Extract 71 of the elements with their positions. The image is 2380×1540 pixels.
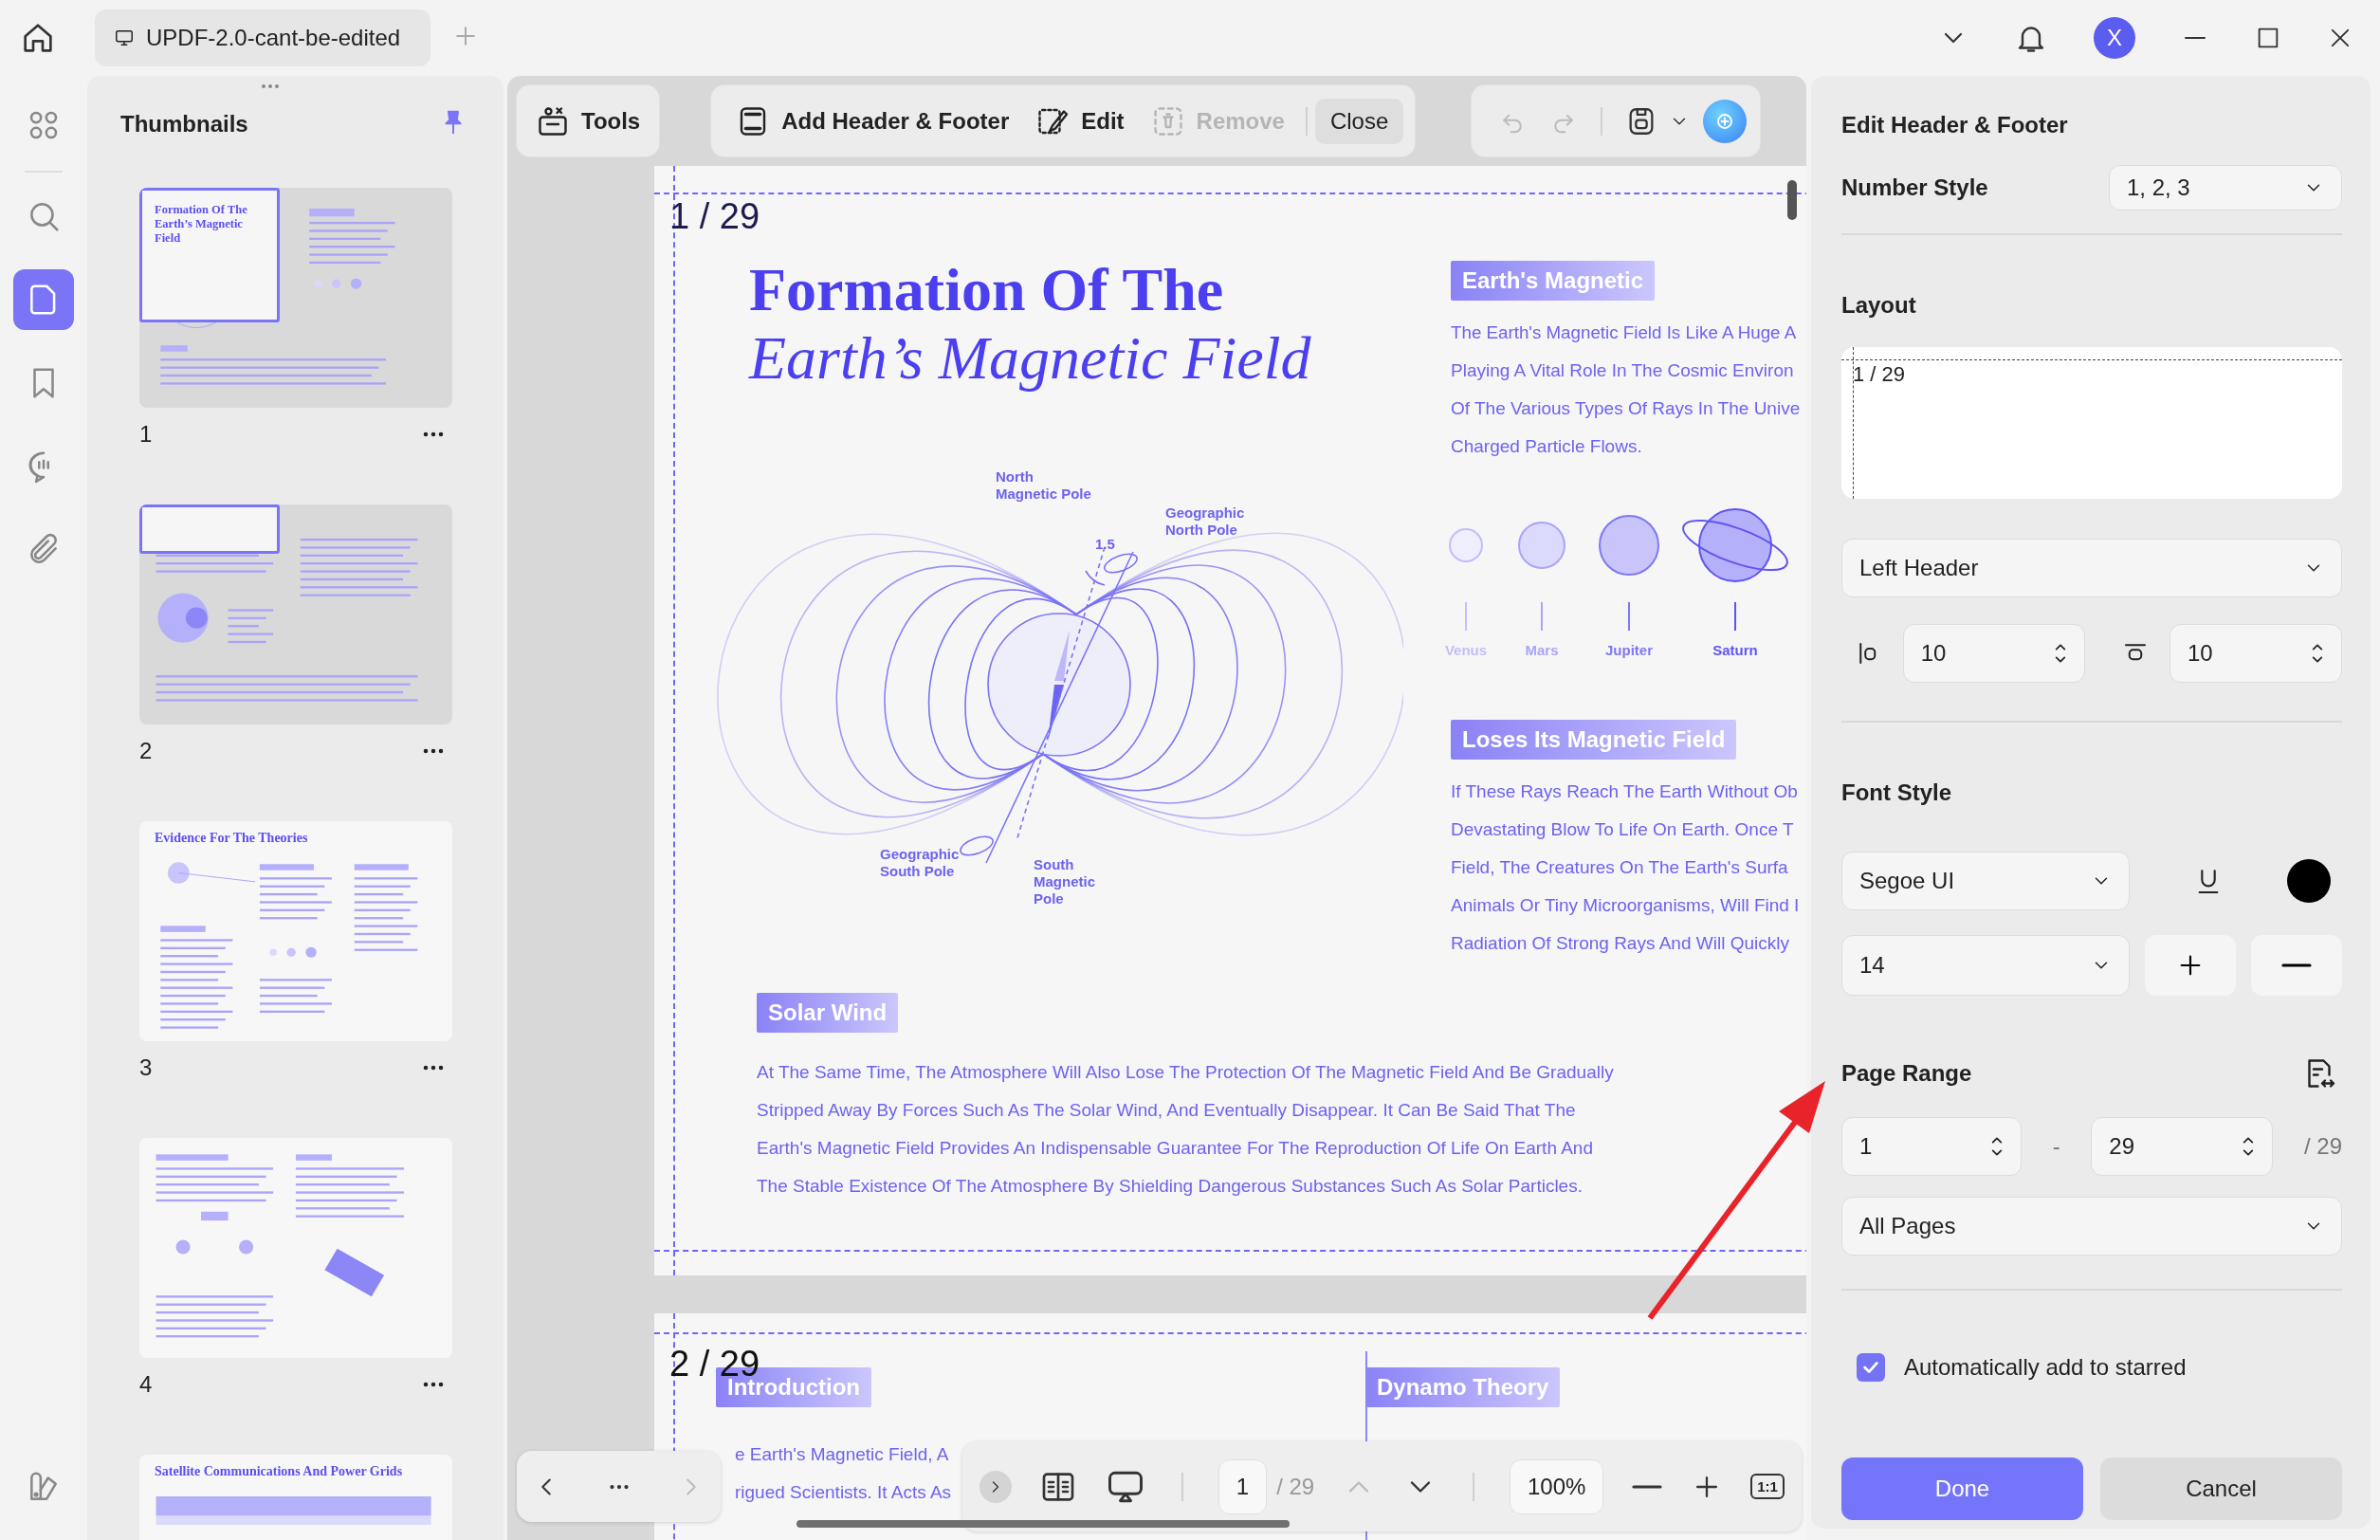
paragraph-line: Of The Various Types Of Rays In The Unive	[1451, 397, 1800, 420]
paragraph-line: The Stable Existence Of The Atmosphere By Shielding Dangerous Substances Such As Solar Particles.	[757, 1175, 1584, 1198]
diagram-label: North Magnetic Pole	[996, 468, 1091, 503]
section-label: Font Style	[1841, 779, 1952, 806]
page-subset-dropdown[interactable]: All Pages	[1841, 1197, 2342, 1256]
diagram-label: South Magnetic Pole	[1034, 856, 1095, 908]
planet-label: Jupiter	[1605, 642, 1653, 658]
add-header-footer-button[interactable]: Add Header & Footer	[723, 94, 1023, 148]
paragraph-line: Earth's Magnetic Field Provides An Indispensable Guarantee For The Reproduction Of Life On Earth And	[757, 1137, 1594, 1160]
page-total: / 29	[2303, 1133, 2342, 1160]
checkbox-label: Automatically add to starred	[1904, 1354, 2187, 1381]
done-button[interactable]: Done	[1841, 1458, 2083, 1520]
page-number: 3	[139, 1054, 153, 1081]
cancel-button[interactable]: Cancel	[2100, 1458, 2342, 1520]
avatar[interactable]: X	[2094, 17, 2135, 59]
close-button[interactable]: Close	[1314, 98, 1404, 144]
section-label: Page Range	[1841, 1060, 1972, 1087]
page-total: / 29	[1276, 1473, 1315, 1500]
paragraph-line: rigued Scientists. It Acts As	[735, 1481, 952, 1504]
page-thumbnail[interactable]: Evidence For The Theories	[139, 821, 452, 1041]
left-margin-field[interactable]: 10	[1902, 624, 2085, 683]
font-size-dropdown[interactable]: 14	[1841, 935, 2130, 996]
document-tab[interactable]: UPDF-2.0-cant-be-edited	[95, 9, 431, 66]
thumbnail-heading: Satellite Communications And Power Grids	[155, 1464, 404, 1478]
page-header-text: 1 / 29	[669, 198, 760, 234]
paragraph-line: At The Same Time, The Atmosphere Will Also Lose The Protection Of The Magnetic Field And Be Gradually	[757, 1061, 1615, 1084]
diagram-label: 1.5	[1095, 536, 1115, 553]
number-style-dropdown[interactable]: 1, 2, 3	[2109, 165, 2342, 211]
panel-title: Thumbnails	[120, 111, 248, 138]
diagram-label: Geographic South Pole	[880, 846, 960, 880]
paragraph-line: e Earth's Magnetic Field, A	[735, 1443, 949, 1466]
range-separator: -	[2052, 1133, 2060, 1160]
paragraph-line: Field, The Creatures On The Earth's Surfa	[1451, 856, 1789, 879]
top-margin-field[interactable]: 10	[2169, 624, 2342, 683]
from-page-field[interactable]: 1	[1841, 1117, 2022, 1176]
preview-text: 1 / 29	[1853, 362, 1906, 387]
position-dropdown[interactable]: Left Header	[1841, 539, 2342, 597]
panel-title: Edit Header & Footer	[1841, 111, 2069, 139]
font-family-dropdown[interactable]: Segoe UI	[1841, 852, 2130, 910]
section-heading: Loses Its Magnetic Field	[1451, 720, 1737, 760]
paragraph-line: Stripped Away By Forces Such As The Solar Wind, And Eventually Disappear. It Can Be Said That The	[757, 1099, 1577, 1122]
page-thumbnail[interactable]: Formation Of The Earth’s Magnetic Field	[139, 188, 452, 408]
paragraph-line: If These Rays Reach The Earth Without Ob	[1451, 780, 1799, 803]
to-page-field[interactable]: 29	[2091, 1117, 2274, 1176]
section-label: Layout	[1841, 292, 1917, 319]
document-title: Formation Of The	[749, 256, 1225, 324]
thumbnail-heading: Evidence For The Theories	[155, 831, 309, 845]
page-number: 1	[139, 421, 153, 448]
field-label: Number Style	[1841, 174, 1988, 201]
thumbnail-heading: Formation Of The Earth’s Magnetic Field	[155, 203, 248, 246]
section-heading: Solar Wind	[757, 993, 899, 1033]
page-number: 4	[139, 1371, 153, 1398]
page-number-field[interactable]: 1	[1217, 1458, 1268, 1514]
paragraph-line: Playing A Vital Role In The Cosmic Environ	[1451, 359, 1795, 382]
paragraph-line: Animals Or Tiny Microorganisms, Will Find I	[1451, 894, 1800, 917]
paragraph-line: Devastating Blow To Life On Earth. Once T	[1451, 818, 1795, 841]
edit-button[interactable]: Edit	[1022, 94, 1138, 148]
document-subtitle: Earth’s Magnetic Field	[749, 324, 1312, 393]
zoom-field[interactable]: 100%	[1510, 1458, 1604, 1514]
section-heading: Dynamo Theory	[1365, 1367, 1561, 1407]
paragraph-line: Charged Particle Flows.	[1451, 435, 1643, 458]
page-number: 2	[139, 738, 153, 764]
paragraph-line: The Earth's Magnetic Field Is Like A Huge A	[1451, 321, 1798, 344]
section-heading: Earth's Magnetic	[1451, 261, 1656, 301]
page-thumbnail[interactable]: Satellite Communications And Power Grids	[139, 1455, 452, 1540]
planet-label: Mars	[1525, 642, 1559, 658]
paragraph-line: Radiation Of Strong Rays And Will Quickly	[1451, 932, 1790, 955]
planet-label: Saturn	[1712, 642, 1758, 658]
actual-size-button[interactable]: 1:1	[1750, 1474, 1785, 1499]
planet-label: Venus	[1444, 642, 1488, 658]
diagram-label: Geographic North Pole	[1165, 504, 1245, 539]
